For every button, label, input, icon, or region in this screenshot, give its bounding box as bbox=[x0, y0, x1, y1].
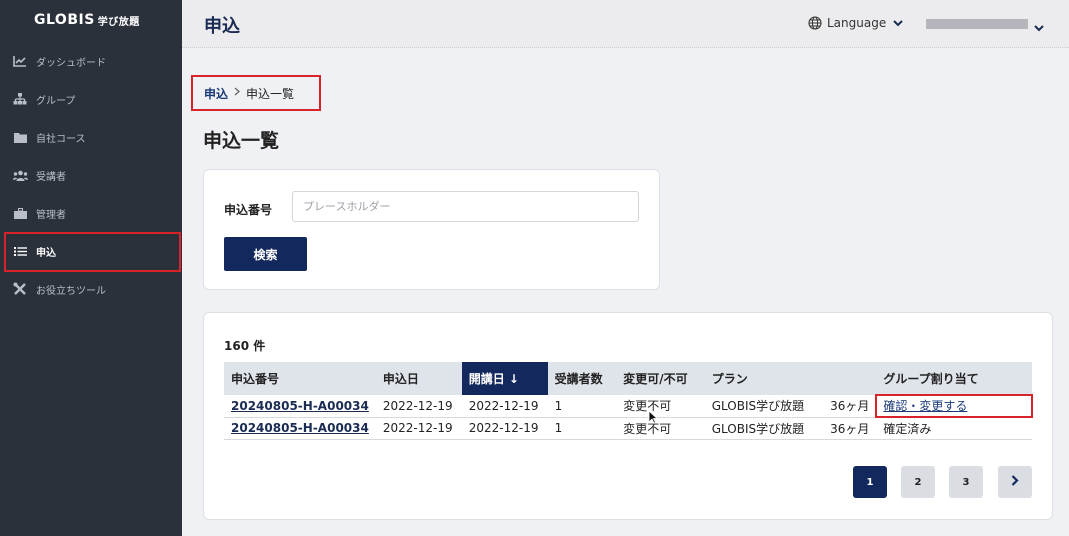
page-title: 申込 bbox=[204, 16, 240, 37]
cell-start-date: 2022-12-19 bbox=[461, 417, 548, 440]
cell-start-date: 2022-12-19 bbox=[461, 395, 548, 418]
application-number-link[interactable]: 20240805-H-A00034 bbox=[231, 421, 369, 435]
application-number-label: 申込番号 bbox=[224, 203, 273, 217]
breadcrumb-link-applications[interactable]: 申込 bbox=[204, 85, 228, 102]
table-row: 20240805-H-A00034 2022-12-19 2022-12-19 … bbox=[224, 394, 1033, 418]
cell-plan: GLOBIS学び放題 bbox=[704, 395, 824, 418]
column-header-plan[interactable]: プラン bbox=[705, 362, 823, 395]
sidebar-item-own-course[interactable]: 自社コース bbox=[0, 118, 182, 156]
chevron-right-icon bbox=[1011, 475, 1019, 489]
hierarchy-icon bbox=[12, 91, 28, 107]
breadcrumb-current: 申込一覧 bbox=[246, 86, 295, 101]
application-number-link[interactable]: 20240805-H-A00034 bbox=[231, 399, 369, 413]
tools-icon bbox=[12, 281, 28, 297]
application-number-input[interactable] bbox=[292, 191, 639, 222]
sidebar-item-label: 管理者 bbox=[36, 209, 66, 221]
sidebar-item-label: ダッシュボード bbox=[36, 57, 106, 69]
cell-term: 36ヶ月 bbox=[823, 395, 877, 418]
chevron-right-icon bbox=[234, 87, 241, 99]
cell-applied-date: 2022-12-19 bbox=[375, 395, 462, 418]
users-icon bbox=[12, 167, 28, 183]
globe-icon bbox=[808, 16, 822, 30]
column-header-term bbox=[823, 362, 876, 395]
result-count: 160 件 bbox=[224, 339, 266, 353]
column-header-changeable[interactable]: 変更可/不可 bbox=[616, 362, 704, 395]
sidebar-item-learners[interactable]: 受講者 bbox=[0, 156, 182, 194]
sidebar-item-label: お役立ちツール bbox=[36, 285, 106, 297]
sidebar-item-dashboard[interactable]: ダッシュボード bbox=[0, 42, 182, 80]
cell-application-number: 20240805-H-A00034 bbox=[224, 395, 376, 418]
sidebar-item-tools[interactable]: お役立ちツール bbox=[0, 270, 182, 308]
language-selector[interactable]: Language bbox=[808, 16, 903, 30]
cell-changeable: 変更不可 bbox=[616, 395, 705, 418]
search-button[interactable]: 検索 bbox=[224, 237, 307, 271]
sidebar-item-label: グループ bbox=[36, 95, 76, 107]
logo[interactable]: GLOBIS 学び放題 bbox=[0, 0, 182, 40]
chevron-down-icon[interactable] bbox=[1034, 17, 1044, 36]
sidebar-item-label: 受講者 bbox=[36, 171, 66, 183]
cell-applied-date: 2022-12-19 bbox=[375, 417, 462, 440]
cell-plan: GLOBIS学び放題 bbox=[704, 417, 824, 440]
sidebar: GLOBIS 学び放題 ダッシュボード グループ 自社コース 受講者 管理者 申… bbox=[0, 0, 182, 536]
sidebar-item-group[interactable]: グループ bbox=[0, 80, 182, 118]
top-header: 申込 Language bbox=[182, 0, 1069, 48]
logo-text: GLOBIS bbox=[34, 12, 95, 28]
sort-down-arrow-icon: ↓ bbox=[508, 372, 519, 386]
results-card: 160 件 申込番号 申込日 開講日 ↓ 受講者数 変更可/不可 プラン グルー… bbox=[203, 312, 1053, 520]
sidebar-item-admins[interactable]: 管理者 bbox=[0, 194, 182, 232]
column-header-group-assign[interactable]: グループ割り当て bbox=[876, 362, 1032, 395]
logo-sub: 学び放題 bbox=[97, 16, 140, 28]
sidebar-item-label: 自社コース bbox=[36, 133, 86, 145]
sidebar-item-label: 申込 bbox=[36, 247, 56, 259]
applications-table: 申込番号 申込日 開講日 ↓ 受講者数 変更可/不可 プラン グループ割り当て … bbox=[224, 362, 1033, 440]
list-icon bbox=[12, 243, 28, 259]
folder-icon bbox=[12, 129, 28, 145]
sidebar-item-applications[interactable]: 申込 bbox=[0, 232, 182, 272]
chevron-down-icon bbox=[893, 16, 903, 30]
cell-learner-count: 1 bbox=[547, 417, 617, 440]
cell-learner-count: 1 bbox=[547, 395, 617, 418]
confirm-change-link[interactable]: 確認・変更する bbox=[883, 399, 967, 413]
user-name-redacted[interactable] bbox=[926, 19, 1028, 29]
table-row: 20240805-H-A00034 2022-12-19 2022-12-19 … bbox=[224, 417, 1032, 440]
table-header-row: 申込番号 申込日 開講日 ↓ 受講者数 変更可/不可 プラン グループ割り当て bbox=[224, 362, 1032, 395]
cell-group-assign-confirmed: 確定済み bbox=[876, 417, 1032, 440]
column-header-application-number[interactable]: 申込番号 bbox=[224, 362, 376, 395]
chart-icon bbox=[12, 53, 28, 69]
column-header-start-date[interactable]: 開講日 ↓ bbox=[461, 362, 548, 395]
pagination-page-3[interactable]: 3 bbox=[949, 466, 983, 498]
cell-term: 36ヶ月 bbox=[823, 417, 877, 440]
cell-changeable: 変更不可 bbox=[616, 417, 705, 440]
breadcrumb: 申込 申込一覧 bbox=[191, 75, 321, 111]
mouse-cursor-icon bbox=[648, 409, 659, 428]
pagination-next-button[interactable] bbox=[998, 466, 1032, 498]
page-heading: 申込一覧 bbox=[203, 130, 280, 152]
cell-application-number: 20240805-H-A00034 bbox=[224, 417, 376, 440]
column-header-learner-count[interactable]: 受講者数 bbox=[548, 362, 617, 395]
column-header-label: 開講日 bbox=[468, 372, 505, 386]
language-label: Language bbox=[827, 16, 887, 30]
cell-group-assign: 確認・変更する bbox=[875, 394, 1033, 418]
search-card: 申込番号 検索 bbox=[203, 169, 660, 290]
pagination-page-1[interactable]: 1 bbox=[853, 466, 887, 498]
briefcase-icon bbox=[12, 205, 28, 221]
pagination-page-2[interactable]: 2 bbox=[901, 466, 935, 498]
column-header-applied-date[interactable]: 申込日 bbox=[376, 362, 462, 395]
